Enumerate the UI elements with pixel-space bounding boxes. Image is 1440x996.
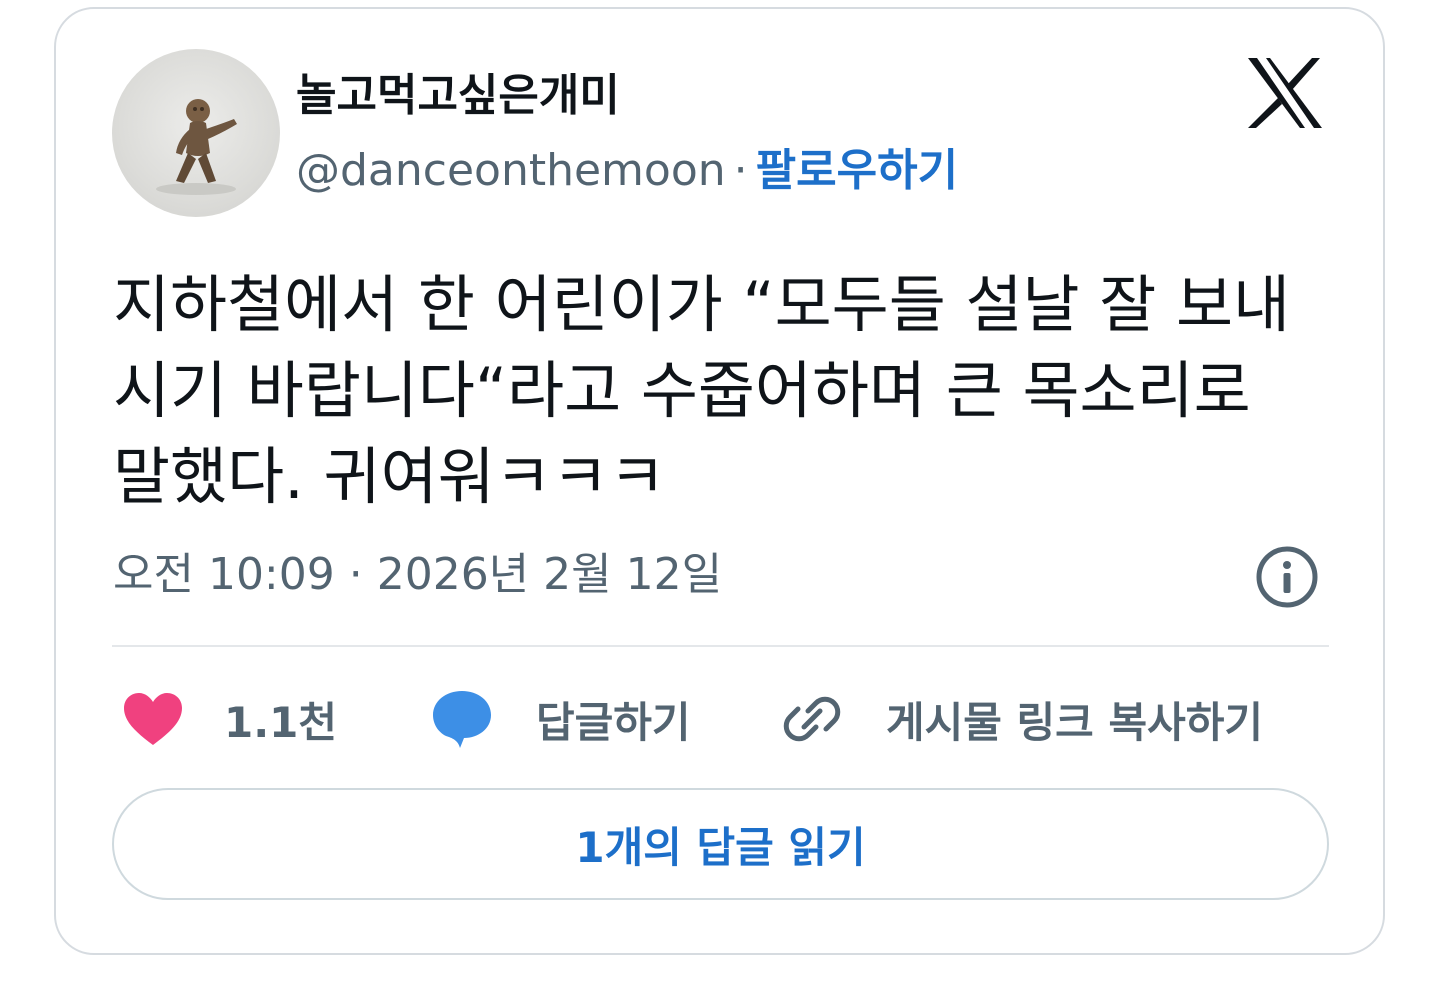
like-count: 1.1천 [224, 697, 338, 747]
read-replies-button[interactable]: 1개의 답글 읽기 [112, 788, 1329, 900]
separator-dot: · [733, 145, 748, 196]
display-name[interactable]: 놀고먹고싶은개미 [296, 68, 620, 124]
divider [112, 645, 1329, 647]
follow-button[interactable]: 팔로우하기 [756, 145, 958, 196]
tweet-text: 지하철에서 한 어린이가 “모두들 설날 잘 보내 시기 바랍니다“라고 수줍어… [113, 268, 1291, 513]
user-handle[interactable]: @danceonthemoon [296, 145, 726, 196]
tweet-timestamp[interactable]: 오전 10:09 · 2026년 2월 12일 [113, 547, 722, 603]
reply-label: 답글하기 [536, 697, 691, 747]
speech-bubble-icon [433, 691, 491, 748]
heart-icon [124, 693, 182, 745]
avatar[interactable] [112, 49, 280, 217]
handle-row: @danceonthemoon · 팔로우하기 [296, 143, 958, 199]
x-logo-icon[interactable] [1246, 56, 1324, 130]
reply-button[interactable]: 답글하기 [430, 684, 691, 754]
avatar-figurine-image [156, 99, 237, 195]
like-button[interactable]: 1.1천 [122, 684, 337, 754]
link-icon [783, 696, 841, 742]
copy-link-button[interactable]: 게시물 링크 복사하기 [780, 684, 1263, 754]
info-icon[interactable] [1255, 545, 1319, 609]
copy-link-label: 게시물 링크 복사하기 [886, 697, 1264, 747]
